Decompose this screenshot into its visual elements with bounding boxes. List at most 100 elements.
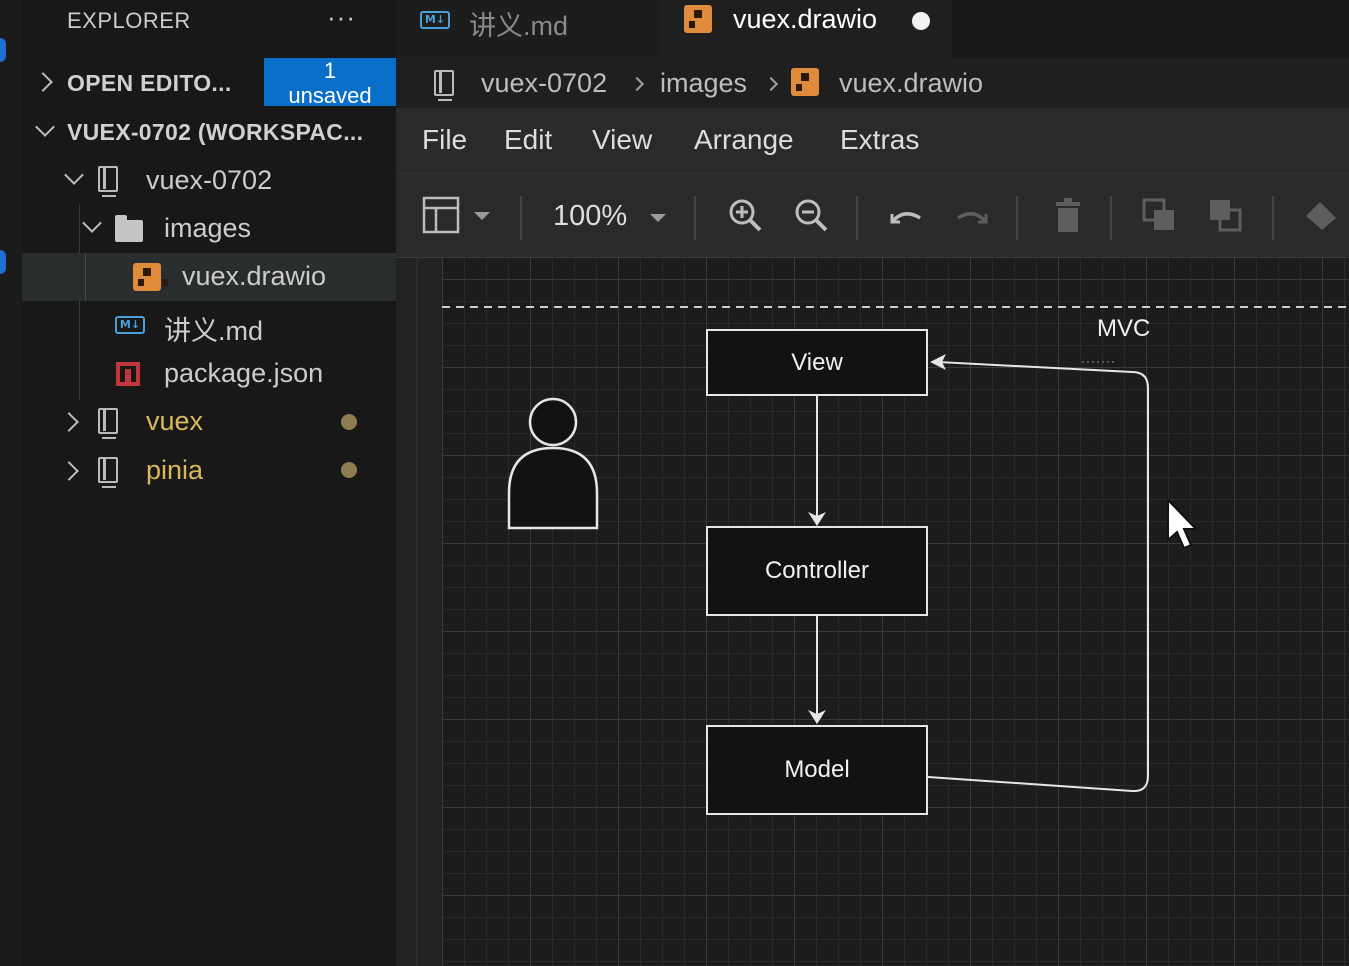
- zoom-in-icon: [729, 199, 762, 232]
- breadcrumb-item[interactable]: vuex-0702: [481, 68, 607, 99]
- activity-indicator[interactable]: [0, 250, 6, 274]
- node-controller[interactable]: Controller: [706, 526, 928, 616]
- unsaved-dot-icon[interactable]: [912, 12, 930, 30]
- menu-view[interactable]: View: [592, 124, 652, 156]
- tree-item-label: vuex: [146, 406, 204, 436]
- tab-vuex-drawio[interactable]: vuex.drawio: [660, 0, 952, 58]
- diagram-canvas[interactable]: MVC View Controller Model: [442, 258, 1349, 966]
- activity-indicator[interactable]: [0, 38, 6, 62]
- chevron-down-icon: [82, 213, 102, 233]
- breadcrumb-item[interactable]: vuex.drawio: [839, 68, 983, 99]
- tree-item-vuex-0702[interactable]: vuex-0702: [22, 156, 396, 204]
- modified-dot: [341, 414, 357, 430]
- chevron-right-icon: [59, 461, 79, 481]
- drawio-toolbar: 100%: [396, 174, 1349, 258]
- container-label[interactable]: MVC: [1097, 315, 1150, 343]
- tree-guide: [85, 253, 86, 301]
- tree-item-md[interactable]: M↓ 讲义.md: [22, 301, 396, 349]
- workspace-label: VUEX-0702 (WORKSPAC...: [67, 119, 364, 145]
- trash-icon: [1056, 198, 1080, 232]
- toolbar-separator: [1272, 196, 1274, 240]
- tree-item-package-json[interactable]: package.json: [22, 350, 396, 398]
- tab-label: vuex.drawio: [733, 4, 878, 34]
- tree-item-images[interactable]: images: [22, 204, 396, 252]
- explorer-sidebar: EXPLORER ··· OPEN EDITO... 1 unsaved VUE…: [22, 0, 396, 966]
- explorer-title: EXPLORER: [67, 8, 191, 33]
- chevron-down-icon: [35, 117, 55, 137]
- tree-item-label: pinia: [146, 455, 204, 485]
- canvas-rule: [416, 258, 418, 966]
- zoom-in-button[interactable]: [726, 196, 766, 236]
- tree-item-pinia[interactable]: pinia: [22, 447, 396, 495]
- tree-item-vuex-drawio[interactable]: vuex.drawio: [22, 253, 396, 301]
- npm-package-icon: [116, 362, 140, 386]
- edge-view-controller[interactable]: [808, 396, 826, 526]
- canvas-margin: [396, 258, 442, 966]
- edge-controller-model[interactable]: [808, 616, 826, 724]
- node-view[interactable]: View: [706, 329, 928, 396]
- chevron-right-icon: [59, 412, 79, 432]
- open-editors-label: OPEN EDITO...: [67, 70, 232, 96]
- menu-edit[interactable]: Edit: [504, 124, 552, 156]
- to-back-button[interactable]: [1206, 196, 1246, 236]
- tab-label: 讲义.md: [469, 11, 569, 41]
- redo-button[interactable]: [952, 196, 992, 236]
- zoom-out-icon: [795, 199, 828, 232]
- unsaved-label: unsaved: [288, 83, 372, 108]
- zoom-out-button[interactable]: [792, 196, 832, 236]
- tree-item-label: vuex-0702: [146, 165, 273, 195]
- to-back-icon: [1210, 200, 1242, 232]
- explorer-header: EXPLORER ···: [22, 0, 396, 42]
- unsaved-count: 1: [323, 58, 337, 83]
- drawio-icon: [684, 5, 719, 33]
- repo-book-icon: [98, 457, 118, 488]
- folder-icon: [115, 215, 143, 242]
- menu-extras[interactable]: Extras: [840, 124, 919, 156]
- paint-bucket-icon: [1306, 202, 1336, 230]
- user-shape-icon[interactable]: [507, 397, 599, 530]
- drawio-menu-bar: File Edit View Arrange Extras: [396, 108, 1349, 174]
- redo-icon: [957, 212, 988, 224]
- markdown-file-icon: M↓: [115, 316, 145, 334]
- workspace-section[interactable]: VUEX-0702 (WORKSPAC...: [22, 108, 396, 156]
- chevron-down-icon[interactable]: [650, 214, 666, 222]
- menu-arrange[interactable]: Arrange: [694, 124, 794, 156]
- repo-book-icon: [98, 408, 118, 439]
- toolbar-separator: [856, 196, 858, 240]
- undo-icon: [890, 212, 921, 224]
- tree-item-label: 讲义.md: [164, 316, 264, 346]
- tree-item-label: package.json: [164, 358, 324, 388]
- breadcrumb-item[interactable]: images: [660, 68, 747, 99]
- undo-button[interactable]: [886, 196, 926, 236]
- toolbar-separator: [520, 196, 522, 240]
- drawio-icon: [791, 68, 826, 96]
- markdown-icon: M↓: [420, 11, 450, 29]
- format-panel-button[interactable]: [422, 196, 498, 236]
- editor-tab-bar: M↓ 讲义.md vuex.drawio: [396, 0, 1349, 58]
- zoom-level[interactable]: 100%: [553, 200, 627, 233]
- tree-item-vuex[interactable]: vuex: [22, 398, 396, 446]
- activity-bar: [0, 0, 22, 966]
- mouse-cursor-icon: [1167, 497, 1199, 550]
- fill-color-button[interactable]: [1302, 196, 1342, 236]
- unsaved-badge: 1 unsaved: [264, 58, 396, 108]
- toolbar-separator: [694, 196, 696, 240]
- node-model[interactable]: Model: [706, 725, 928, 815]
- tree-item-label: vuex.drawio: [182, 261, 327, 291]
- menu-file[interactable]: File: [422, 124, 467, 156]
- repo-book-icon: [98, 166, 118, 197]
- to-front-icon: [1142, 198, 1174, 230]
- tree-item-label: images: [164, 213, 252, 243]
- layout-panel-icon: [422, 196, 490, 234]
- more-actions-icon[interactable]: ···: [327, 2, 356, 33]
- chevron-right-icon: [763, 76, 779, 92]
- chevron-right-icon: [33, 72, 53, 92]
- delete-button[interactable]: [1048, 196, 1088, 236]
- toolbar-separator: [1110, 196, 1112, 240]
- modified-dot: [341, 462, 357, 478]
- chevron-right-icon: [629, 76, 645, 92]
- tab-md[interactable]: M↓ 讲义.md: [396, 0, 660, 58]
- edge-model-view[interactable]: [927, 354, 1149, 793]
- chevron-down-icon: [64, 165, 84, 185]
- to-front-button[interactable]: [1140, 196, 1180, 236]
